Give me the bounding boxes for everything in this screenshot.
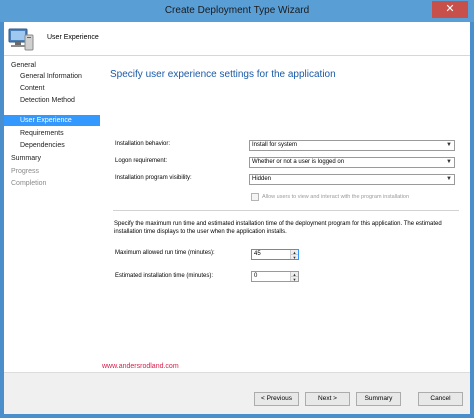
installation-behavior-label: Installation behavior: — [115, 141, 171, 147]
nav-item-content[interactable]: Content — [4, 83, 100, 94]
spin-down-icon[interactable]: ▼ — [290, 254, 298, 260]
nav-item-dependencies[interactable]: Dependencies — [4, 140, 100, 151]
content-panel: Specify user experience settings for the… — [103, 57, 467, 371]
max-run-time-spinner[interactable]: 45 ▲ ▼ — [251, 249, 299, 260]
nav-item-user-experience[interactable]: User Experience — [4, 115, 100, 126]
cancel-button[interactable]: Cancel — [418, 392, 463, 406]
chevron-down-icon: ▼ — [446, 159, 452, 165]
watermark-text: www.andersrodland.com — [102, 363, 179, 370]
close-button[interactable]: ✕ — [432, 1, 468, 18]
spin-down-icon[interactable]: ▼ — [290, 276, 298, 282]
allow-interact-label: Allow users to view and interact with th… — [262, 194, 410, 200]
est-install-time-label: Estimated installation time (minutes): — [115, 273, 214, 279]
logon-requirement-value: Whether or not a user is logged on — [252, 159, 345, 165]
max-run-time-value: 45 — [254, 251, 261, 257]
previous-button[interactable]: < Previous — [254, 392, 299, 406]
est-install-time-spinner[interactable]: 0 ▲ ▼ — [251, 271, 299, 282]
logon-requirement-label: Logon requirement: — [115, 158, 168, 164]
window-title: Create Deployment Type Wizard — [164, 5, 310, 16]
allow-interact-checkbox[interactable] — [251, 193, 259, 201]
nav-item-detection-method[interactable]: Detection Method — [4, 95, 100, 106]
nav-item-progress: Progress — [11, 168, 40, 175]
wizard-header: User Experience — [4, 22, 470, 56]
runtime-description: Specify the maximum run time and estimat… — [114, 221, 442, 235]
wizard-window: User Experience General General Informat… — [4, 22, 470, 414]
nav-item-general-information[interactable]: General Information — [4, 71, 100, 82]
program-visibility-label: Installation program visibility: — [115, 175, 192, 181]
nav-item-requirements[interactable]: Requirements — [4, 128, 100, 139]
chevron-down-icon: ▼ — [446, 176, 452, 182]
nav-item-summary[interactable]: Summary — [4, 153, 100, 164]
max-run-time-label: Maximum allowed run time (minutes): — [115, 250, 215, 256]
wizard-footer: < Previous Next > Summary Cancel — [4, 372, 470, 414]
installation-behavior-value: Install for system — [252, 142, 298, 148]
section-divider — [113, 210, 459, 211]
program-visibility-value: Hidden — [252, 176, 272, 182]
computer-icon — [8, 28, 34, 51]
wizard-nav: General General Information Content Dete… — [4, 57, 100, 371]
page-title: User Experience — [47, 34, 99, 41]
logon-requirement-select[interactable]: Whether or not a user is logged on ▼ — [249, 157, 455, 168]
program-visibility-select[interactable]: Hidden ▼ — [249, 174, 455, 185]
est-install-time-value: 0 — [254, 273, 258, 279]
summary-button[interactable]: Summary — [356, 392, 401, 406]
nav-item-completion: Completion — [11, 180, 47, 187]
chevron-down-icon: ▼ — [446, 142, 452, 148]
content-title: Specify user experience settings for the… — [110, 69, 336, 80]
next-button[interactable]: Next > — [305, 392, 350, 406]
installation-behavior-select[interactable]: Install for system ▼ — [249, 140, 455, 151]
title-bar: Create Deployment Type Wizard ✕ — [0, 0, 474, 22]
nav-item-general[interactable]: General — [4, 60, 100, 71]
